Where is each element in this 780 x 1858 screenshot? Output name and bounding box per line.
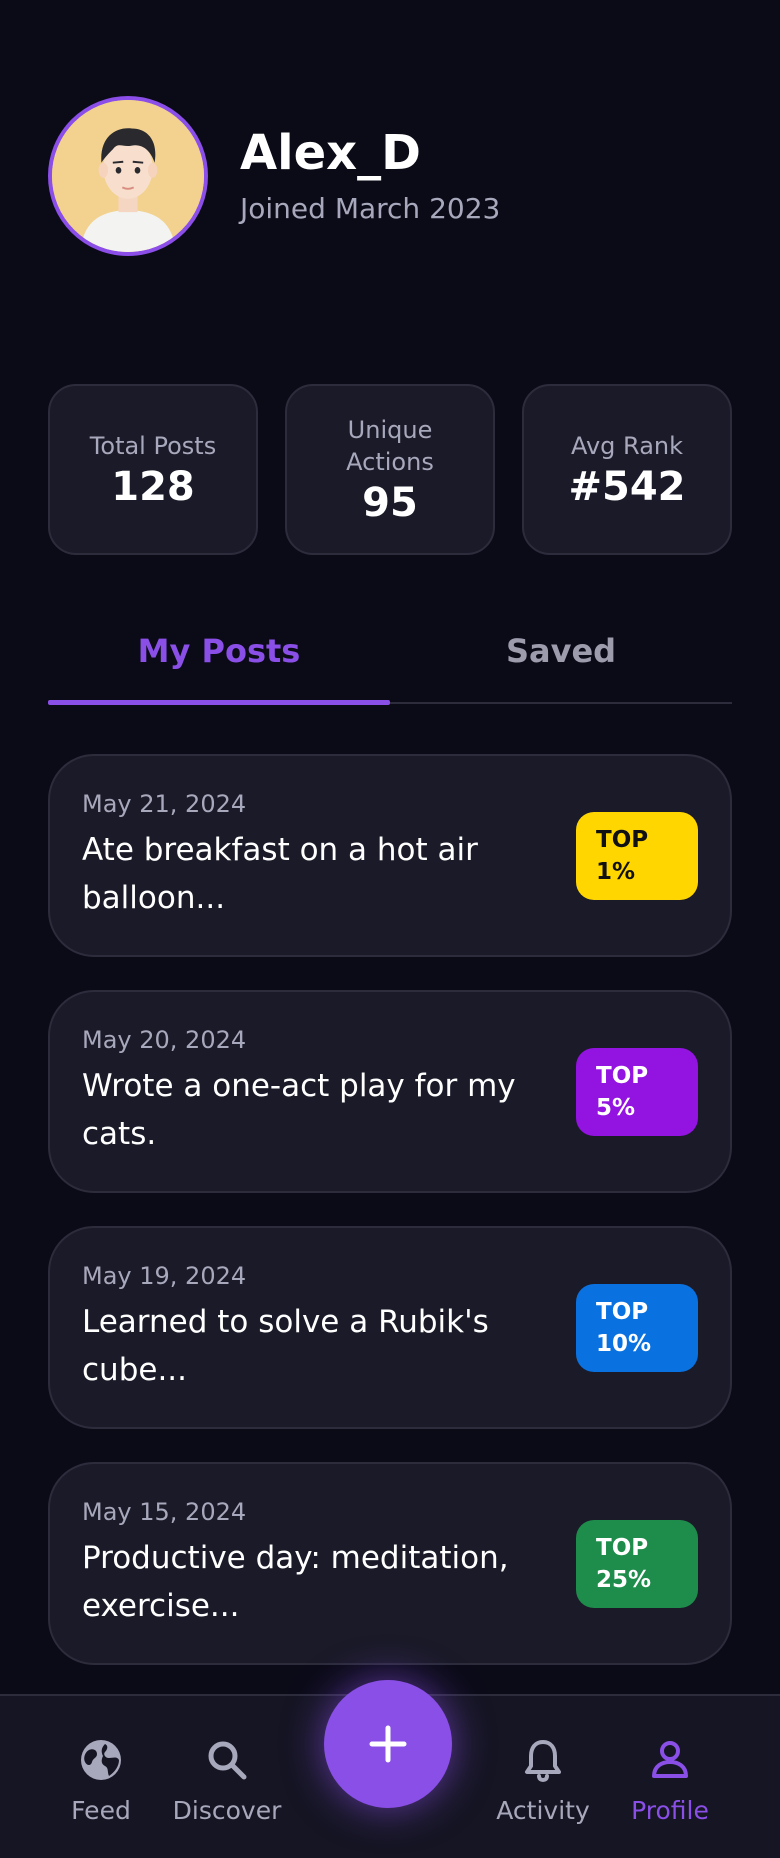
stat-card-unique-actions: Unique Actions 95 bbox=[285, 384, 495, 555]
post-text: May 21, 2024 Ate breakfast on a hot air … bbox=[82, 790, 522, 922]
post-date: May 20, 2024 bbox=[82, 1025, 247, 1054]
post-date: May 21, 2024 bbox=[82, 789, 247, 818]
avatar-image bbox=[52, 100, 204, 252]
rank-badge: TOP 1% bbox=[576, 811, 698, 900]
stat-value: 95 bbox=[362, 479, 418, 526]
stat-card-total-posts: Total Posts 128 bbox=[48, 384, 258, 555]
nav-label: Profile bbox=[631, 1796, 709, 1825]
badge-value: 5% bbox=[596, 1094, 636, 1121]
badge-value: 25% bbox=[596, 1566, 652, 1593]
stats-row: Total Posts 128 Unique Actions 95 Avg Ra… bbox=[48, 384, 732, 555]
nav-label: Discover bbox=[172, 1796, 282, 1825]
nav-label: Activity bbox=[496, 1796, 590, 1825]
post-date: May 15, 2024 bbox=[82, 1497, 247, 1526]
joined-date: Joined March 2023 bbox=[240, 191, 501, 225]
post-title: Wrote a one-act play for my cats. bbox=[82, 1067, 516, 1152]
post-text: May 15, 2024 Productive day: meditation,… bbox=[82, 1498, 522, 1630]
nav-discover[interactable]: Discover bbox=[162, 1736, 292, 1825]
badge-value: 1% bbox=[596, 858, 636, 885]
nav-feed[interactable]: Feed bbox=[36, 1736, 166, 1825]
post-card[interactable]: May 21, 2024 Ate breakfast on a hot air … bbox=[48, 754, 732, 957]
nav-profile[interactable]: Profile bbox=[605, 1736, 735, 1825]
globe-icon bbox=[81, 1740, 121, 1780]
avatar[interactable] bbox=[48, 96, 208, 256]
stat-label: Unique Actions bbox=[346, 415, 434, 476]
user-info: Alex_D Joined March 2023 bbox=[240, 127, 500, 225]
post-text: May 19, 2024 Learned to solve a Rubik's … bbox=[82, 1262, 522, 1394]
search-icon bbox=[208, 1741, 247, 1780]
post-card[interactable]: May 20, 2024 Wrote a one-act play for my… bbox=[48, 990, 732, 1193]
post-title: Ate breakfast on a hot air balloon... bbox=[82, 831, 478, 916]
post-text: May 20, 2024 Wrote a one-act play for my… bbox=[82, 1026, 522, 1158]
rank-badge: TOP 5% bbox=[576, 1047, 698, 1136]
stat-card-avg-rank: Avg Rank #542 bbox=[522, 384, 732, 555]
badge-label: TOP bbox=[596, 1062, 649, 1089]
stat-value: #542 bbox=[568, 463, 686, 510]
stat-label: Total Posts bbox=[89, 431, 217, 460]
badge-value: 10% bbox=[596, 1330, 652, 1357]
plus-icon bbox=[369, 1725, 407, 1763]
profile-tabs: My Posts Saved bbox=[48, 620, 732, 705]
post-title: Learned to solve a Rubik's cube... bbox=[82, 1303, 489, 1388]
person-icon bbox=[652, 1741, 688, 1778]
profile-header: Alex_D Joined March 2023 bbox=[48, 96, 500, 256]
post-date: May 19, 2024 bbox=[82, 1261, 247, 1290]
post-card[interactable]: May 15, 2024 Productive day: meditation,… bbox=[48, 1462, 732, 1665]
post-title: Productive day: meditation, exercise... bbox=[82, 1539, 509, 1624]
badge-label: TOP bbox=[596, 1298, 649, 1325]
post-list: May 21, 2024 Ate breakfast on a hot air … bbox=[48, 754, 732, 1698]
post-card[interactable]: May 19, 2024 Learned to solve a Rubik's … bbox=[48, 1226, 732, 1429]
tab-my-posts[interactable]: My Posts bbox=[48, 620, 390, 705]
username: Alex_D bbox=[240, 125, 421, 182]
bell-icon bbox=[525, 1740, 561, 1783]
stat-label: Avg Rank bbox=[570, 431, 684, 460]
badge-label: TOP bbox=[596, 826, 649, 853]
tab-saved[interactable]: Saved bbox=[390, 620, 732, 702]
rank-badge: TOP 10% bbox=[576, 1283, 698, 1372]
add-post-button[interactable] bbox=[324, 1680, 452, 1808]
stat-value: 128 bbox=[111, 463, 195, 510]
badge-label: TOP bbox=[596, 1534, 649, 1561]
nav-label: Feed bbox=[71, 1796, 131, 1825]
nav-activity[interactable]: Activity bbox=[478, 1736, 608, 1825]
rank-badge: TOP 25% bbox=[576, 1519, 698, 1608]
